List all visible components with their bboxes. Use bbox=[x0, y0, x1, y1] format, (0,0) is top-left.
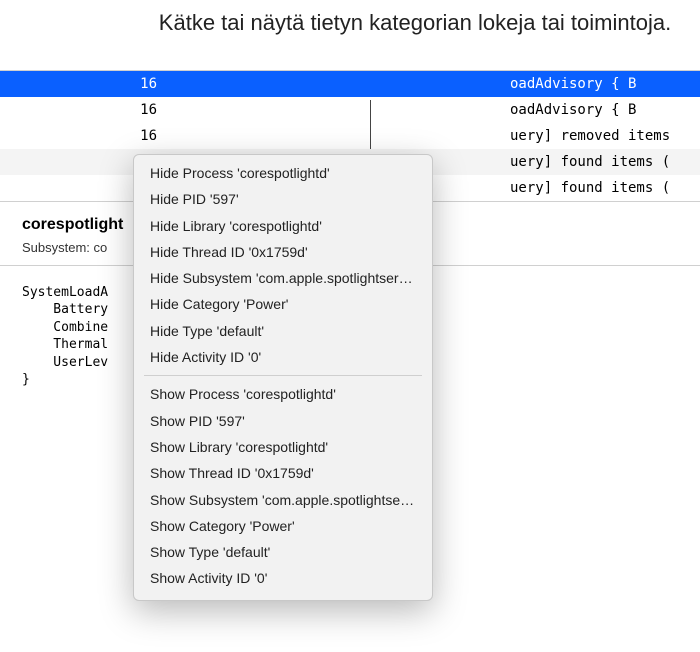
menu-show-subsystem[interactable]: Show Subsystem 'com.apple.spotlightserve… bbox=[134, 487, 432, 513]
log-message: oadAdvisory { B bbox=[510, 97, 700, 123]
log-gap bbox=[165, 97, 510, 123]
menu-hide-category[interactable]: Hide Category 'Power' bbox=[134, 291, 432, 317]
menu-separator bbox=[144, 375, 422, 376]
log-row[interactable]: 16 oadAdvisory { B bbox=[0, 97, 700, 123]
menu-hide-type[interactable]: Hide Type 'default' bbox=[134, 318, 432, 344]
menu-show-process[interactable]: Show Process 'corespotlightd' bbox=[134, 381, 432, 407]
log-gap bbox=[165, 123, 510, 149]
menu-show-pid[interactable]: Show PID '597' bbox=[134, 408, 432, 434]
log-time: 16 bbox=[0, 71, 165, 97]
log-message: uery] removed items bbox=[510, 123, 700, 149]
log-message: oadAdvisory { B bbox=[510, 71, 700, 97]
menu-hide-process[interactable]: Hide Process 'corespotlightd' bbox=[134, 160, 432, 186]
log-message: uery] found items ( bbox=[510, 175, 700, 201]
menu-show-type[interactable]: Show Type 'default' bbox=[134, 539, 432, 565]
menu-hide-pid[interactable]: Hide PID '597' bbox=[134, 186, 432, 212]
log-message: uery] found items ( bbox=[510, 149, 700, 175]
menu-hide-library[interactable]: Hide Library 'corespotlightd' bbox=[134, 213, 432, 239]
menu-show-library[interactable]: Show Library 'corespotlightd' bbox=[134, 434, 432, 460]
help-caption: Kätke tai näytä tietyn kategorian lokeja… bbox=[130, 0, 700, 42]
menu-hide-thread[interactable]: Hide Thread ID '0x1759d' bbox=[134, 239, 432, 265]
log-time: 16 bbox=[0, 123, 165, 149]
context-menu: Hide Process 'corespotlightd' Hide PID '… bbox=[133, 154, 433, 601]
log-gap bbox=[165, 71, 510, 97]
log-row[interactable]: 16 uery] removed items bbox=[0, 123, 700, 149]
menu-hide-subsystem[interactable]: Hide Subsystem 'com.apple.spotlightserve… bbox=[134, 265, 432, 291]
menu-show-category[interactable]: Show Category 'Power' bbox=[134, 513, 432, 539]
menu-show-activity[interactable]: Show Activity ID '0' bbox=[134, 565, 432, 591]
menu-show-thread[interactable]: Show Thread ID '0x1759d' bbox=[134, 460, 432, 486]
menu-hide-activity[interactable]: Hide Activity ID '0' bbox=[134, 344, 432, 370]
log-time: 16 bbox=[0, 97, 165, 123]
log-row[interactable]: 16 oadAdvisory { B bbox=[0, 71, 700, 97]
